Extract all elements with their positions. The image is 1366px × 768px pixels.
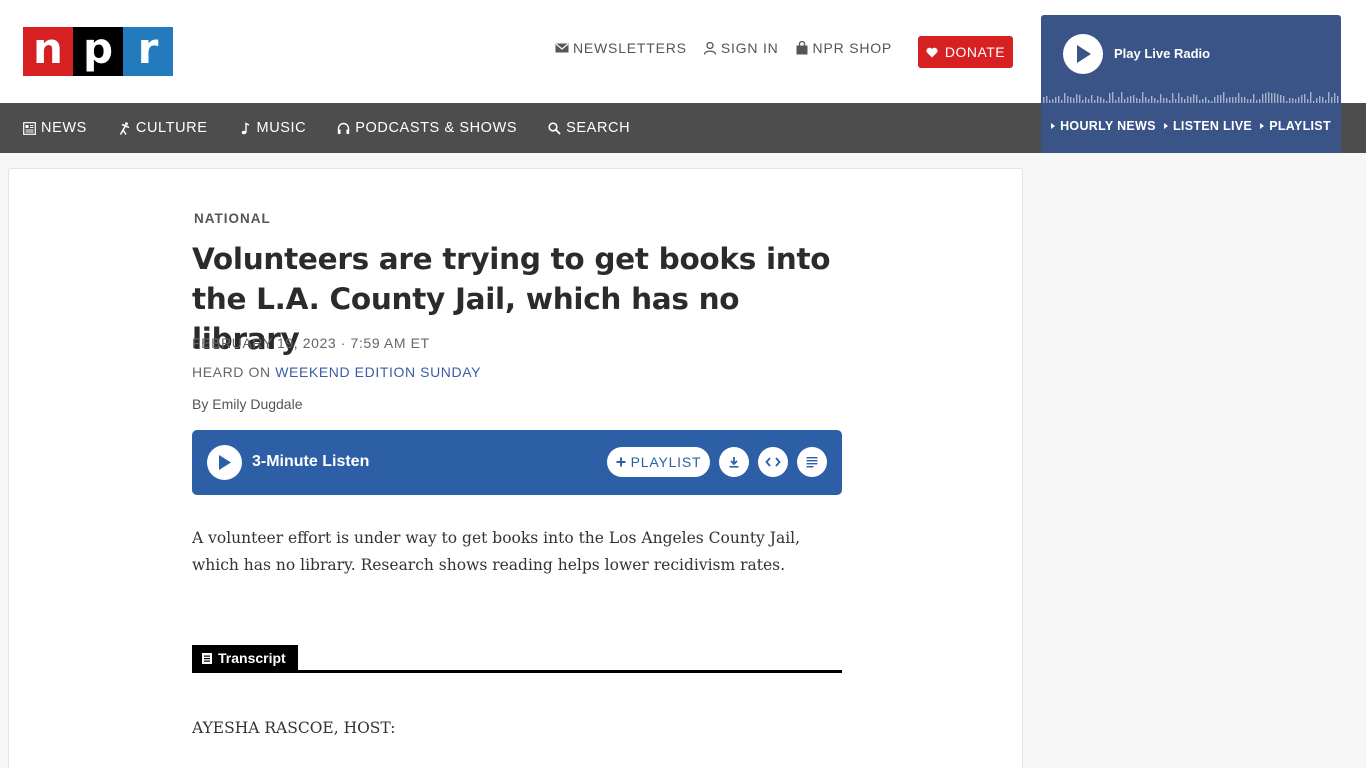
nav-podcasts-shows-label: PODCASTS & SHOWS [355,120,518,136]
audio-player: 3-Minute Listen PLAYLIST [192,430,842,495]
plus-icon [616,457,626,467]
transcript-speaker: AYESHA RASCOE, HOST: [192,719,396,737]
audio-waveform-icon [1043,92,1339,103]
sign-in-link[interactable]: SIGN IN [703,40,779,56]
sign-in-label: SIGN IN [720,40,779,56]
article-teaser: A volunteer effort is under way to get b… [192,529,801,574]
dancer-icon [119,121,130,135]
donate-button[interactable]: DONATE [918,36,1013,68]
heard-on-prefix: HEARD ON [192,364,271,380]
logo-letter-r: r [123,27,173,76]
article-card: NATIONAL Volunteers are trying to get bo… [8,168,1023,768]
nav-culture-label: CULTURE [135,120,208,136]
transcript-label: Transcript [218,650,286,666]
live-radio-play-button[interactable] [1063,34,1103,74]
nav-music[interactable]: MUSIC [239,120,307,136]
add-to-playlist-button[interactable]: PLAYLIST [607,447,710,477]
audio-play-button[interactable] [207,445,242,480]
transcript-divider [192,670,842,673]
utility-nav: NEWSLETTERS SIGN IN NPR SHOP [555,40,908,56]
donate-label: DONATE [944,44,1006,60]
npr-shop-link[interactable]: NPR SHOP [795,40,893,56]
npr-logo[interactable]: n p r [23,27,173,76]
embed-button[interactable] [758,447,788,477]
play-icon [219,455,231,470]
add-to-playlist-label: PLAYLIST [630,454,702,470]
user-icon [703,41,716,55]
newspaper-icon [23,121,36,135]
music-note-icon [241,121,249,134]
envelope-icon [555,43,569,53]
live-radio-widget: Play Live Radio HOURLY NEWS LISTEN LIVE … [1041,15,1341,153]
live-radio-links: HOURLY NEWS LISTEN LIVE PLAYLIST [1041,119,1341,133]
document-icon [202,652,212,664]
logo-letter-n: n [23,27,73,76]
download-button[interactable] [719,447,749,477]
nav-news-label: NEWS [41,120,87,136]
text-lines-icon [806,457,818,468]
search-icon [548,121,561,135]
nav-music-label: MUSIC [256,120,307,136]
transcript-tab: Transcript [192,645,298,671]
playlist-link[interactable]: PLAYLIST [1260,119,1331,133]
nav-search[interactable]: SEARCH [548,120,630,136]
nav-search-label: SEARCH [566,120,631,136]
embed-code-icon [765,457,781,467]
nav-podcasts-shows[interactable]: PODCASTS & SHOWS [337,120,517,136]
listen-live-link[interactable]: LISTEN LIVE [1164,119,1252,133]
npr-shop-label: NPR SHOP [812,40,893,56]
live-radio-title[interactable]: Play Live Radio [1114,46,1210,61]
nav-news[interactable]: NEWS [23,120,87,136]
heart-icon [926,47,938,57]
headphones-icon [338,122,350,134]
heard-on: HEARD ON WEEKEND EDITION SUNDAY [192,364,481,380]
newsletters-label: NEWSLETTERS [573,40,687,56]
shopping-bag-icon [796,41,808,55]
audio-duration-label: 3-Minute Listen [252,453,370,470]
logo-letter-p: p [73,27,123,76]
show-link[interactable]: WEEKEND EDITION SUNDAY [275,364,481,380]
article-dateline: FEBRUARY 19, 2023 · 7:59 AM ET [192,335,430,351]
transcript-button[interactable] [797,447,827,477]
download-icon [729,457,739,468]
byline: By Emily Dugdale [192,396,303,412]
hourly-news-link[interactable]: HOURLY NEWS [1051,119,1156,133]
section-label[interactable]: NATIONAL [194,211,271,226]
newsletters-link[interactable]: NEWSLETTERS [555,40,687,56]
nav-culture[interactable]: CULTURE [118,120,208,136]
play-icon [1077,45,1091,63]
